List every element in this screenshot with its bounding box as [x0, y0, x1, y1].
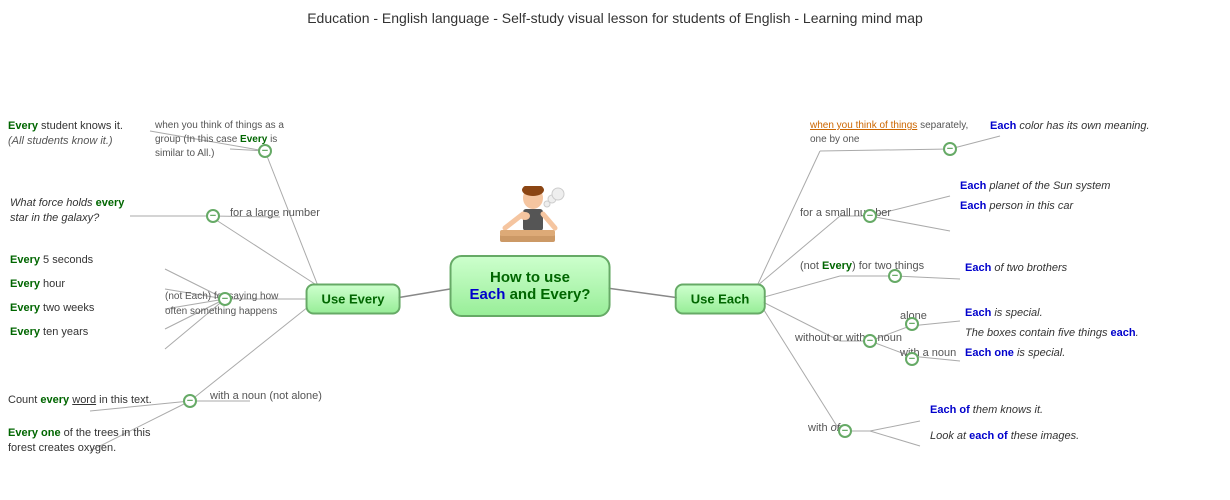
group-note: when you think of things as a group (In … — [155, 119, 305, 161]
every-hour: Every hour — [10, 277, 65, 292]
minus-top-left[interactable]: − — [258, 144, 272, 158]
each-person-text: Each person in this car — [960, 199, 1073, 214]
not-every-label: (not Every) for two things — [800, 259, 924, 274]
every-ten-years: Every ten years — [10, 325, 88, 340]
boxes-five-things: The boxes contain five things each. — [965, 326, 1139, 341]
each-one-special: Each one is special. — [965, 346, 1065, 361]
minus-small-number[interactable]: − — [863, 209, 877, 223]
minus-two-things[interactable]: − — [888, 269, 902, 283]
center-label-line1: How to use — [490, 269, 570, 286]
with-of-label: with of — [808, 421, 840, 436]
each-is-special: Each is special. — [965, 306, 1043, 321]
minus-with-noun[interactable]: − — [905, 352, 919, 366]
minus-without-with[interactable]: − — [863, 334, 877, 348]
each-color-text: Each color has its own meaning. — [990, 119, 1150, 134]
count-every-word: Count every word in this text. — [8, 393, 152, 408]
every-student-text: Every student knows it. (All students kn… — [8, 119, 123, 150]
center-label-line2: Each and Every? — [470, 286, 591, 303]
minus-large-number[interactable]: − — [206, 209, 220, 223]
each-planet-text: Each planet of the Sun system — [960, 179, 1110, 194]
each-two-brothers: Each of two brothers — [965, 261, 1067, 276]
with-noun-label: with a noun (not alone) — [210, 389, 322, 404]
center-node: How to use Each and Every? — [450, 255, 611, 317]
every-one-trees: Every one of the trees in thisforest cre… — [8, 426, 150, 457]
every-5-seconds: Every 5 seconds — [10, 253, 93, 268]
large-number-label: for a large number — [230, 206, 320, 221]
each-of-images: Look at each of these images. — [930, 429, 1079, 444]
minus-bottom-left[interactable]: − — [183, 394, 197, 408]
use-each-node: Use Each — [675, 284, 766, 315]
minus-middle-left[interactable]: − — [218, 292, 232, 306]
without-with-noun-label: without or with a noun — [795, 331, 902, 346]
each-of-them: Each of them knows it. — [930, 403, 1043, 418]
use-every-node: Use Every — [306, 284, 401, 315]
person-illustration — [495, 186, 565, 266]
what-force-text: What force holds everystar in the galaxy… — [10, 196, 124, 227]
small-number-label: for a small number — [800, 206, 891, 221]
minus-top-right[interactable]: − — [943, 142, 957, 156]
minus-with-of[interactable]: − — [838, 424, 852, 438]
page-title: Education - English language - Self-stud… — [0, 0, 1230, 31]
minus-alone[interactable]: − — [905, 317, 919, 331]
every-two-weeks: Every two weeks — [10, 301, 94, 316]
